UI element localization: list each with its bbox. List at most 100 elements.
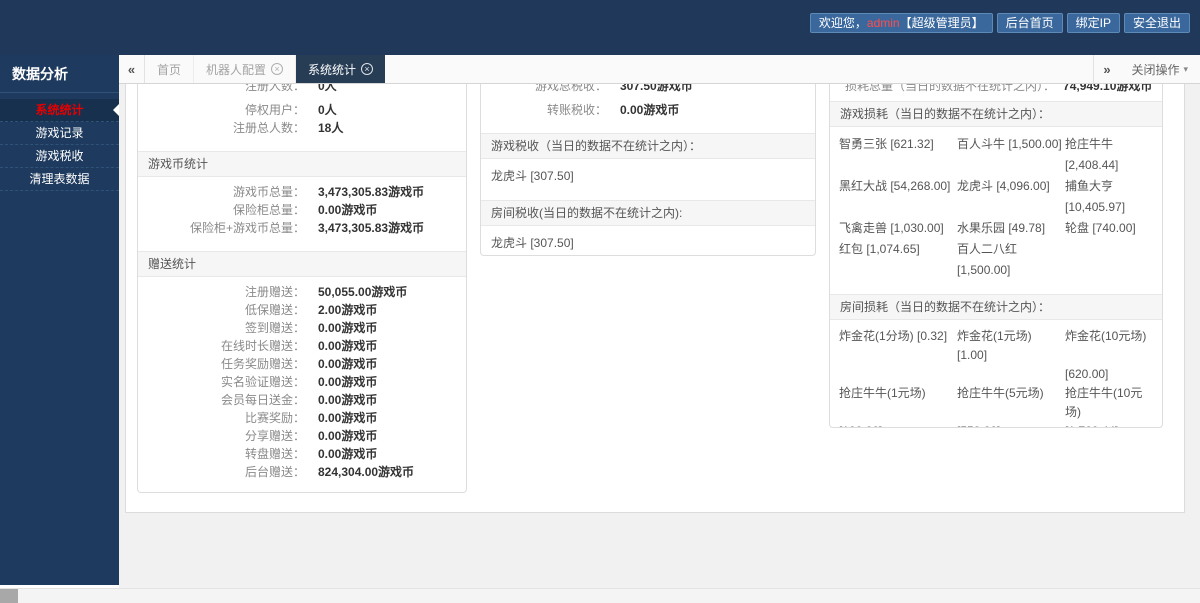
- loss-line: 黑红大战 [54,268.00] 龙虎斗 [4,096.00] 捕鱼大亨 [10…: [830, 176, 1162, 218]
- loss-cell: 抢庄牛牛(10元场): [1065, 386, 1143, 419]
- sidebar-item-clean-table[interactable]: 清理表数据: [0, 168, 119, 191]
- stat-row: 保险柜+游戏币总量： 3,473,305.83游戏币: [138, 219, 466, 237]
- game-tax-items: 龙虎斗 [307.50]: [481, 159, 815, 192]
- close-operations-dropdown[interactable]: 关闭操作 ▾: [1119, 55, 1200, 83]
- stat-label: 低保赠送：: [244, 303, 305, 317]
- tab-scroll-left-icon[interactable]: «: [119, 55, 145, 83]
- stat-row: 任务奖励赠送： 0.00游戏币: [138, 355, 466, 373]
- stat-value: 0.00游戏币: [318, 357, 378, 371]
- panel-user-coin-stats: 注册人数： 0人 停权用户： 0人 注册总人数： 18人 游戏币统计 游戏币总量…: [137, 84, 467, 493]
- panel-tax-stats: 游戏总税收： 307.50游戏币 转账税收： 0.00游戏币 游戏税收（当日的数…: [480, 84, 816, 256]
- game-tax-item: 龙虎斗 [307.50]: [491, 169, 574, 183]
- stat-row: 保险柜总量： 0.00游戏币: [138, 201, 466, 219]
- top-navbar: 欢迎您，admin【超级管理员】 后台首页 绑定IP 安全退出: [0, 0, 1200, 55]
- section-header-room-tax: 房间税收(当日的数据不在统计之内):: [481, 200, 815, 226]
- room-tax-items: 龙虎斗 [307.50]: [481, 226, 815, 255]
- sidebar-title: 数据分析: [0, 55, 119, 93]
- stat-label: 任务奖励赠送：: [220, 357, 305, 371]
- stat-row: 在线时长赠送： 0.00游戏币: [138, 337, 466, 355]
- user-role: 【超级管理员】: [899, 16, 984, 30]
- stat-row: 分享赠送： 0.00游戏币: [138, 427, 466, 445]
- section-header-game-tax: 游戏税收（当日的数据不在统计之内）：: [481, 133, 815, 159]
- close-icon[interactable]: ×: [271, 63, 284, 75]
- stat-label: 注册人数：: [244, 84, 305, 93]
- backend-home-link[interactable]: 后台首页: [996, 13, 1063, 33]
- bind-ip-link[interactable]: 绑定IP: [1066, 13, 1120, 33]
- stat-label: 会员每日送金：: [220, 393, 305, 407]
- stat-value: 74,949.10游戏币: [1063, 84, 1153, 93]
- sidebar-item-system-stats[interactable]: 系统统计: [0, 99, 119, 122]
- stat-row: 转账税收： 0.00游戏币: [481, 101, 815, 119]
- section-header-coin-stats: 游戏币统计: [138, 151, 466, 177]
- stat-label: 比赛奖励：: [244, 411, 305, 425]
- welcome-prefix: 欢迎您，: [818, 16, 867, 30]
- stat-value: 824,304.00游戏币: [318, 465, 415, 479]
- loss-line: 智勇三张 [621.32] 百人斗牛 [1,500.00] 抢庄牛牛 [2,40…: [830, 134, 1162, 176]
- loss-cell: 龙虎斗 [4,096.00]: [957, 179, 1050, 193]
- loss-cell: 百人二八红 [1,500.00]: [957, 242, 1018, 277]
- tab-label: 机器人配置: [206, 62, 267, 77]
- stat-label: 保险柜总量：: [232, 203, 305, 217]
- game-loss-grid: 智勇三张 [621.32] 百人斗牛 [1,500.00] 抢庄牛牛 [2,40…: [830, 127, 1162, 288]
- stat-label: 游戏币总量：: [232, 185, 305, 199]
- close-icon[interactable]: ×: [361, 63, 374, 75]
- stat-value: 0.00游戏币: [620, 103, 680, 117]
- stat-value: 50,055.00游戏币: [318, 285, 408, 299]
- loss-line: 红包 [1,074.65] 百人二八红 [1,500.00]: [830, 239, 1162, 281]
- loss-cell: [550.00]: [957, 422, 1065, 427]
- loss-cell: [620.00]: [1065, 367, 1109, 381]
- tab-system-stats[interactable]: 系统统计 ×: [296, 55, 386, 83]
- loss-cell: 捕鱼大亨 [10,405.97]: [1065, 179, 1126, 214]
- section-header-gift-stats: 赠送统计: [138, 251, 466, 277]
- welcome-message: 欢迎您，admin【超级管理员】: [809, 13, 993, 33]
- stat-value: 3,473,305.83游戏币: [318, 221, 425, 235]
- loss-cell: 智勇三张 [621.32]: [839, 137, 934, 151]
- sidebar-item-game-tax[interactable]: 游戏税收: [0, 145, 119, 168]
- stat-value: 0.00游戏币: [318, 339, 378, 353]
- tax-stat-rows: 转账税收： 0.00游戏币: [481, 95, 815, 125]
- loss-cell: 飞禽走兽 [1,030.00]: [839, 221, 944, 235]
- stat-value: 0.00游戏币: [318, 429, 378, 443]
- stat-value: 2.00游戏币: [318, 303, 378, 317]
- user-stat-rows: 停权用户： 0人 注册总人数： 18人: [138, 95, 466, 143]
- username: admin: [866, 16, 900, 30]
- loss-cell: 黑红大战 [54,268.00]: [839, 179, 951, 193]
- tab-label: 首页: [157, 62, 182, 77]
- tab-robot-config[interactable]: 机器人配置 ×: [194, 55, 297, 83]
- stat-value: 0.00游戏币: [318, 375, 378, 389]
- topbar-actions: 欢迎您，admin【超级管理员】 后台首页 绑定IP 安全退出: [809, 13, 1190, 33]
- chevron-down-icon: ▾: [1183, 63, 1188, 74]
- stat-row: 签到赠送： 0.00游戏币: [138, 319, 466, 337]
- section-header-room-loss: 房间损耗（当日的数据不在统计之内）：: [830, 294, 1162, 320]
- loss-cell: [1,760.44]: [1065, 422, 1153, 427]
- tab-label: 系统统计: [308, 62, 357, 77]
- stat-value: 18人: [318, 121, 344, 135]
- loss-line: 飞禽走兽 [1,030.00] 水果乐园 [49.78] 轮盘 [740.00]: [830, 218, 1162, 239]
- stat-row: 游戏币总量： 3,473,305.83游戏币: [138, 183, 466, 201]
- stat-label: 分享赠送：: [244, 429, 305, 443]
- stat-row-clipped: 注册人数： 0人: [138, 84, 466, 95]
- section-header-game-loss: 游戏损耗（当日的数据不在统计之内）：: [830, 101, 1162, 127]
- tab-bar: « 首页 机器人配置 × 系统统计 × » 关闭操作 ▾: [119, 55, 1200, 84]
- stat-value: 307.50游戏币: [620, 84, 693, 93]
- stat-row: 停权用户： 0人: [138, 101, 466, 119]
- sidebar-item-game-records[interactable]: 游戏记录: [0, 122, 119, 145]
- stat-row: 注册赠送： 50,055.00游戏币: [138, 283, 466, 301]
- scrollbar-thumb[interactable]: [0, 589, 18, 603]
- stats-container: 注册人数： 0人 停权用户： 0人 注册总人数： 18人 游戏币统计 游戏币总量…: [125, 84, 1185, 513]
- stat-label: 保险柜+游戏币总量：: [189, 221, 305, 235]
- tab-home[interactable]: 首页: [145, 55, 195, 83]
- safe-logout-link[interactable]: 安全退出: [1123, 13, 1190, 33]
- loss-cell: 水果乐园 [49.78]: [957, 221, 1046, 235]
- stat-label: 转账税收：: [546, 103, 607, 117]
- stat-value: 3,473,305.83游戏币: [318, 185, 425, 199]
- tab-scroll-right-icon[interactable]: »: [1093, 55, 1119, 83]
- stat-label: 实名验证赠送：: [220, 375, 305, 389]
- horizontal-scrollbar[interactable]: [0, 588, 1200, 603]
- stat-row-clipped: 游戏总税收： 307.50游戏币: [481, 84, 815, 95]
- stat-row: 会员每日送金： 0.00游戏币: [138, 391, 466, 409]
- loss-line: 炸金花(1分场) [0.32] 炸金花(1元场) [1.00] 炸金花(10元场…: [830, 327, 1162, 365]
- stat-label: 在线时长赠送：: [220, 339, 305, 353]
- stat-value: 0.00游戏币: [318, 447, 378, 461]
- loss-cell: 百人斗牛 [1,500.00]: [957, 137, 1062, 151]
